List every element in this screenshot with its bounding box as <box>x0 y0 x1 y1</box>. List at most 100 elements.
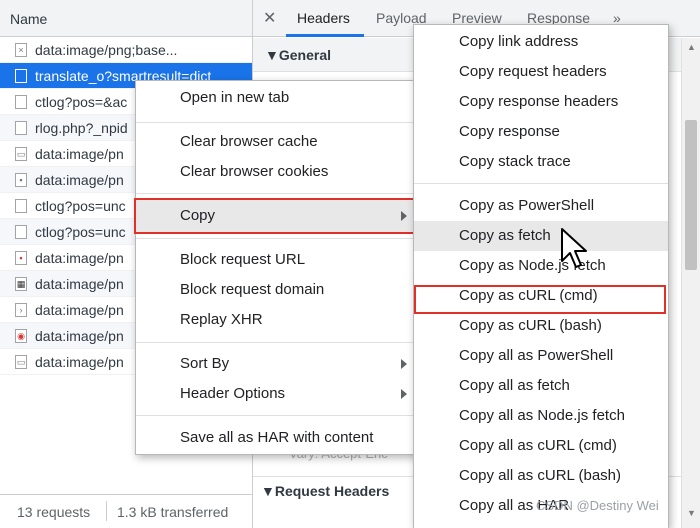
request-headers-label: ▼Request Headers <box>261 483 390 499</box>
menu-item-label: Copy as cURL (bash) <box>459 317 602 334</box>
menu-item-clear-browser-cache[interactable]: Clear browser cache <box>136 127 417 157</box>
request-name: data:image/pn <box>35 250 124 266</box>
menu-item-label: Copy as PowerShell <box>459 197 595 214</box>
menu-item-block-request-domain[interactable]: Block request domain <box>136 275 417 305</box>
close-icon[interactable]: ✕ <box>263 8 276 28</box>
image-icon: ▪ <box>15 251 27 265</box>
menu-item-label: Clear browser cookies <box>180 163 329 180</box>
mouse-pointer-icon <box>561 228 587 268</box>
copy-highlight-box <box>134 198 419 234</box>
request-name: ctlog?pos=&ac <box>35 94 128 110</box>
submenu-item-copy-response-headers[interactable]: Copy response headers <box>414 87 668 117</box>
submenu-item-copy-all-as-curl-bash[interactable]: Copy all as cURL (bash) <box>414 461 668 491</box>
tab-headers[interactable]: Headers <box>297 10 350 26</box>
scroll-thumb[interactable] <box>685 120 697 270</box>
menu-item-label: Copy all as Node.js fetch <box>459 407 625 424</box>
request-name: ctlog?pos=unc <box>35 198 126 214</box>
menu-item-label: Copy response headers <box>459 93 619 110</box>
menu-item-label: Copy all as PowerShell <box>459 347 614 364</box>
menu-item-header-options[interactable]: Header Options <box>136 379 417 409</box>
submenu-item-copy-as-nodejs-fetch[interactable]: Copy as Node.js fetch <box>414 251 668 281</box>
name-column-label: Name <box>10 11 48 27</box>
request-context-menu: Open in new tab Clear browser cache Clea… <box>134 80 419 455</box>
submenu-item-copy-link-address[interactable]: Copy link address <box>414 27 668 57</box>
menu-item-label: Block request domain <box>180 281 325 298</box>
image-icon: ◉ <box>15 329 27 343</box>
document-icon <box>15 69 27 83</box>
menu-item-label: Replay XHR <box>180 311 263 328</box>
scroll-down-icon[interactable]: ▼ <box>687 508 696 518</box>
request-row[interactable]: × data:image/png;base... <box>0 37 252 63</box>
copy-submenu: Copy link address Copy request headers C… <box>413 24 669 528</box>
menu-item-replay-xhr[interactable]: Replay XHR <box>136 305 417 335</box>
menu-item-sort-by[interactable]: Sort By <box>136 349 417 379</box>
submenu-item-copy-as-powershell[interactable]: Copy as PowerShell <box>414 191 668 221</box>
menu-separator <box>136 415 417 416</box>
menu-item-label: Block request URL <box>180 251 306 268</box>
request-name: data:image/pn <box>35 146 124 162</box>
request-name: ctlog?pos=unc <box>35 224 126 240</box>
image-icon: ▪ <box>15 173 27 187</box>
menu-item-clear-browser-cookies[interactable]: Clear browser cookies <box>136 157 417 187</box>
watermark: CSDN @Destiny Wei <box>536 498 659 513</box>
menu-item-label: Copy request headers <box>459 63 607 80</box>
status-divider <box>106 501 107 521</box>
menu-item-label: Copy link address <box>459 33 579 50</box>
scroll-up-icon[interactable]: ▲ <box>687 42 696 52</box>
menu-item-label: Copy all as cURL (bash) <box>459 467 622 484</box>
request-name: data:image/pn <box>35 276 124 292</box>
image-icon: ▭ <box>15 147 27 161</box>
menu-item-save-all-as-har[interactable]: Save all as HAR with content <box>136 423 417 453</box>
menu-separator <box>414 183 668 184</box>
request-name: data:image/pn <box>35 302 124 318</box>
submenu-item-copy-request-headers[interactable]: Copy request headers <box>414 57 668 87</box>
menu-item-label: Copy stack trace <box>459 153 571 170</box>
request-name: rlog.php?_npid <box>35 120 128 136</box>
active-tab-indicator <box>286 34 364 37</box>
image-icon: ▭ <box>15 355 27 369</box>
submenu-item-copy-as-fetch[interactable]: Copy as fetch <box>414 221 668 251</box>
submenu-item-copy-stack-trace[interactable]: Copy stack trace <box>414 147 668 177</box>
document-icon <box>15 95 27 109</box>
menu-item-label: Copy all as fetch <box>459 377 570 394</box>
detail-scrollbar[interactable]: ▲ ▼ <box>681 38 700 528</box>
menu-item-block-request-url[interactable]: Block request URL <box>136 245 417 275</box>
image-icon: › <box>15 303 27 317</box>
document-icon <box>15 225 27 239</box>
image-icon: × <box>15 43 27 57</box>
document-icon <box>15 199 27 213</box>
submenu-item-copy-all-as-curl-cmd[interactable]: Copy all as cURL (cmd) <box>414 431 668 461</box>
submenu-item-copy-as-curl-bash[interactable]: Copy as cURL (bash) <box>414 311 668 341</box>
chevron-right-icon <box>401 359 407 369</box>
general-section-label: ▼General <box>265 47 331 63</box>
menu-item-label: Clear browser cache <box>180 133 318 150</box>
submenu-item-copy-all-as-fetch[interactable]: Copy all as fetch <box>414 371 668 401</box>
transferred-size: 1.3 kB transferred <box>117 504 229 520</box>
request-name: data:image/pn <box>35 328 124 344</box>
menu-item-open-in-new-tab[interactable]: Open in new tab <box>136 83 417 113</box>
menu-item-label: Copy as fetch <box>459 227 551 244</box>
network-status-bar: 13 requests 1.3 kB transferred <box>0 494 252 528</box>
menu-item-label: Copy all as cURL (cmd) <box>459 437 617 454</box>
menu-separator <box>136 238 417 239</box>
request-name: data:image/png;base... <box>35 42 178 58</box>
menu-item-label: Save all as HAR with content <box>180 429 374 446</box>
submenu-item-copy-all-as-nodejs-fetch[interactable]: Copy all as Node.js fetch <box>414 401 668 431</box>
request-name: data:image/pn <box>35 354 124 370</box>
menu-separator <box>136 122 417 123</box>
menu-item-label: Copy response <box>459 123 560 140</box>
name-column-header[interactable]: Name <box>0 0 252 37</box>
chevron-right-icon <box>401 389 407 399</box>
document-icon <box>15 121 27 135</box>
menu-item-label: Sort By <box>180 355 230 372</box>
submenu-item-copy-all-as-powershell[interactable]: Copy all as PowerShell <box>414 341 668 371</box>
menu-item-label: Header Options <box>180 385 286 402</box>
request-name: data:image/pn <box>35 172 124 188</box>
image-icon: ▦ <box>15 277 27 291</box>
menu-separator <box>136 342 417 343</box>
menu-item-label: Open in new tab <box>180 89 290 106</box>
curl-cmd-highlight-box <box>414 285 666 314</box>
request-count: 13 requests <box>17 504 91 520</box>
submenu-item-copy-response[interactable]: Copy response <box>414 117 668 147</box>
menu-separator <box>136 193 417 194</box>
